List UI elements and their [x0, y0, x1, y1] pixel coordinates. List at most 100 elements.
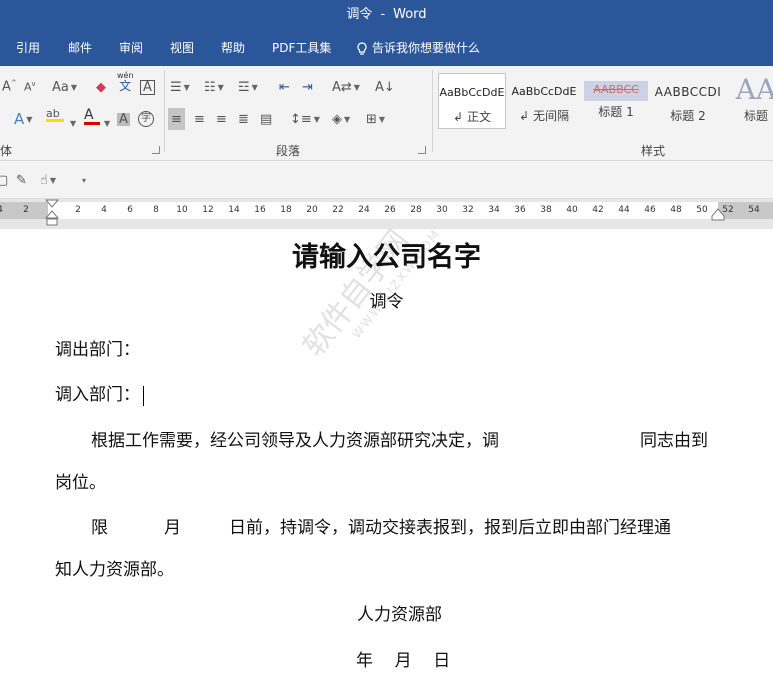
align-center-button[interactable]: ≡ — [194, 108, 205, 130]
char-border-button[interactable]: A — [140, 76, 155, 98]
horizontal-ruler[interactable]: 4224681012141618202224262830323436384042… — [0, 202, 773, 219]
paragraph-dialog-launcher[interactable] — [418, 146, 426, 154]
style-sample: AaBbCcDdE — [511, 85, 577, 98]
font-color-bar — [84, 122, 100, 125]
multilevel-list-button[interactable]: ☲ ▼ — [238, 76, 258, 98]
touch-mode-button[interactable]: ☝ ▼ — [40, 169, 56, 191]
font-dialog-launcher[interactable] — [152, 146, 160, 154]
line-spacing-icon: ↕≡ — [290, 111, 312, 127]
ruler-tick: 34 — [488, 205, 500, 215]
checkbox-icon: ▢ — [0, 172, 9, 188]
highlight-button[interactable]: ab — [46, 108, 64, 130]
tab-references[interactable]: 引用 — [16, 30, 40, 66]
char-border-icon: A — [140, 79, 155, 95]
paragraph-2-line-2: 知人力资源部。 — [55, 560, 174, 580]
group-divider — [432, 70, 433, 152]
align-left-button[interactable]: ≡ — [168, 108, 185, 130]
document-page[interactable]: 软件自学网 WWW.RJZXW.COM 请输入公司名字 调令 调出部门： 调入部… — [0, 224, 773, 680]
numbering-button[interactable]: ☷ ▼ — [204, 76, 224, 98]
text-effects-icon: A — [14, 109, 25, 128]
tab-mailings[interactable]: 邮件 — [68, 30, 92, 66]
font-color-button[interactable]: A — [84, 108, 100, 130]
text-effects-button[interactable]: A ▼ — [14, 108, 32, 130]
document-name: 调令 — [346, 7, 373, 22]
ruler-tick: 50 — [696, 205, 708, 215]
ruler-area: 4224681012141618202224262830323436384042… — [0, 199, 773, 229]
align-right-button[interactable]: ≡ — [216, 108, 227, 130]
shading-button[interactable]: ◈ ▼ — [332, 108, 350, 130]
highlight-color-bar — [46, 119, 64, 122]
text-direction-button[interactable]: A⇄ ▼ — [332, 76, 360, 98]
sort-button[interactable]: A↓ — [375, 76, 395, 98]
customize-qat-button[interactable]: ▾ — [80, 169, 86, 191]
grow-font-button[interactable]: A^ — [2, 76, 17, 98]
bullets-button[interactable]: ☰ ▼ — [170, 76, 190, 98]
doc-title: 请输入公司名字 — [292, 242, 481, 273]
styles-group-label: 样式 — [641, 144, 666, 158]
ruler-tick: 44 — [618, 205, 630, 215]
highlighter-icon: ab — [46, 107, 60, 120]
chevron-down-icon: ▼ — [70, 118, 77, 128]
chevron-down-icon: ▼ — [49, 175, 57, 185]
clear-format-button[interactable]: ◆ — [96, 76, 106, 98]
paragraph-group-label: 段落 — [276, 144, 301, 158]
distributed-icon: ▤ — [260, 111, 273, 127]
style-sample: AA — [735, 73, 773, 106]
chevron-down-icon: ▼ — [344, 114, 351, 124]
qat-button-box[interactable]: ▢ — [0, 169, 8, 191]
font-color-icon: A — [84, 107, 94, 123]
paint-bucket-icon: ◈ — [332, 111, 342, 127]
style-name: 标题 1 — [598, 105, 634, 119]
line-spacing-button[interactable]: ↕≡ ▼ — [290, 108, 320, 130]
style-normal[interactable]: AaBbCcDdE ↲ 正文 — [438, 73, 506, 129]
enclose-char-icon: 字 — [138, 111, 154, 127]
touch-hand-icon: ☝ — [40, 172, 48, 188]
char-shading-button[interactable]: A — [117, 108, 130, 130]
group-divider — [164, 70, 165, 152]
style-title[interactable]: AA 标题 — [726, 73, 773, 129]
ruler-tick: 2 — [75, 205, 81, 215]
decrease-indent-button[interactable]: ⇤ — [279, 76, 290, 98]
phonetic-guide-button[interactable]: wén 文 — [117, 72, 134, 94]
tab-review[interactable]: 审阅 — [119, 30, 143, 66]
multilevel-list-icon: ☲ — [238, 79, 250, 95]
borders-button[interactable]: ⊞ ▼ — [366, 108, 385, 130]
signature-dept: 人力资源部 — [357, 605, 442, 625]
paragraph-mark-icon: ↲ — [519, 109, 530, 123]
tab-help[interactable]: 帮助 — [221, 30, 245, 66]
highlight-dropdown[interactable]: ▼ — [68, 112, 76, 134]
chevron-down-icon: ▼ — [104, 118, 111, 128]
tab-view[interactable]: 视图 — [170, 30, 194, 66]
justify-button[interactable]: ≣ — [238, 108, 249, 130]
chevron-down-icon: ▼ — [313, 114, 320, 124]
right-indent-marker-icon[interactable] — [711, 207, 725, 221]
align-left-icon: ≡ — [171, 111, 182, 127]
tell-me-box[interactable]: 告诉我你想要做什么 — [356, 30, 480, 66]
indent-marker-icon[interactable] — [44, 199, 60, 227]
shrink-font-button[interactable]: Av — [24, 76, 36, 98]
style-no-spacing[interactable]: AaBbCcDdE ↲ 无间隔 — [510, 73, 578, 129]
style-heading-2[interactable]: AABBCCDI 标题 2 — [654, 73, 722, 129]
text-cursor — [143, 385, 144, 406]
tell-me-text: 告诉我你想要做什么 — [372, 41, 481, 55]
font-group-label: 体 — [0, 144, 13, 158]
grow-font-icon: A^ — [2, 79, 17, 95]
increase-indent-button[interactable]: ⇥ — [302, 76, 313, 98]
change-case-button[interactable]: Aa ▼ — [52, 76, 77, 98]
ruler-tick: 4 — [0, 205, 3, 215]
distributed-button[interactable]: ▤ — [260, 108, 272, 130]
align-right-icon: ≡ — [216, 111, 227, 127]
sort-icon: A↓ — [375, 79, 395, 95]
ruler-tick: 4 — [101, 205, 107, 215]
font-color-dropdown[interactable]: ▼ — [102, 112, 110, 134]
tab-pdf-tools[interactable]: PDF工具集 — [272, 30, 331, 66]
style-heading-1[interactable]: AABBCC 标题 1 — [582, 73, 650, 129]
in-department-line: 调入部门： — [55, 380, 144, 406]
paragraph-2-line-1: 日前，持调令，调动交接表报到，报到后立即由部门经理通 — [229, 518, 671, 538]
style-name: 标题 — [743, 109, 768, 123]
ruler-tick: 48 — [670, 205, 682, 215]
qat-edit-button[interactable]: ✎ — [16, 169, 27, 191]
enclose-char-button[interactable]: 字 — [138, 108, 154, 130]
borders-icon: ⊞ — [366, 111, 377, 127]
style-sample: AaBbCcDdE — [439, 86, 505, 99]
